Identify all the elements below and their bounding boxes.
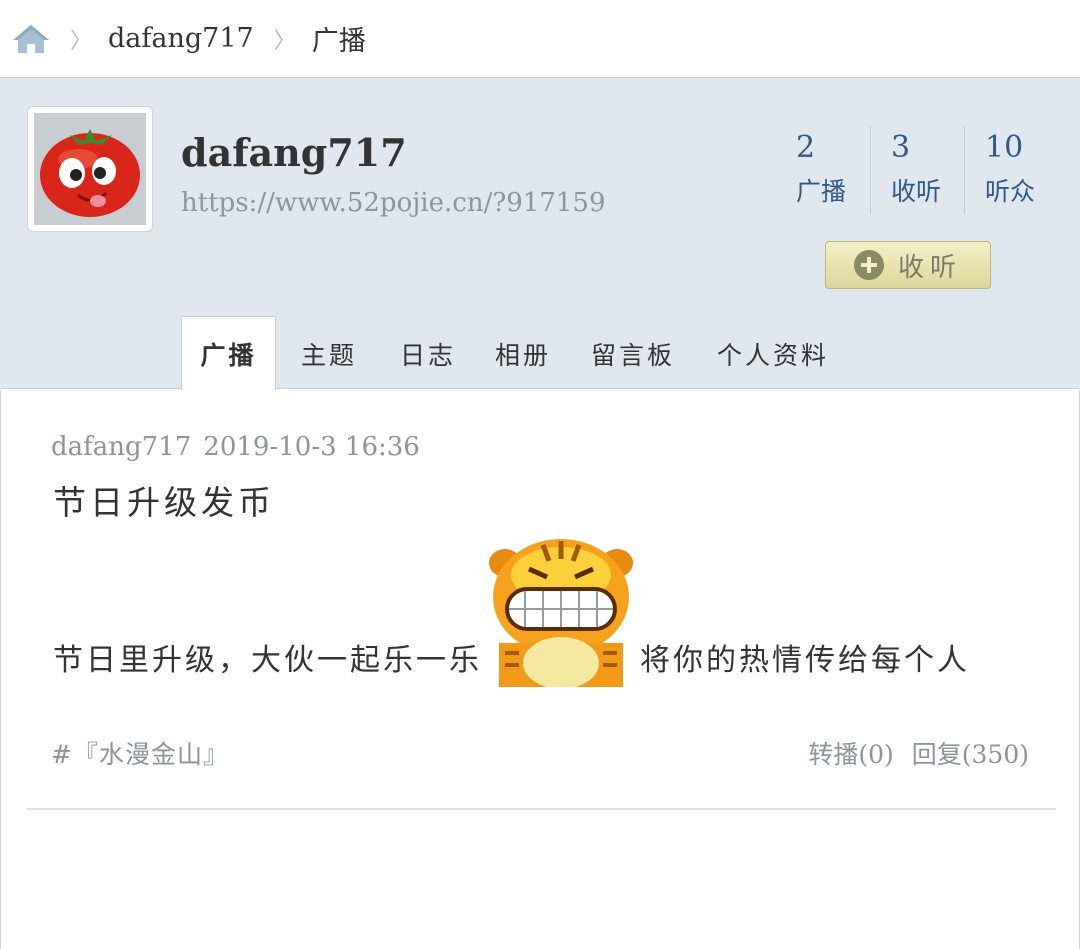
tomato-avatar-image xyxy=(34,113,146,225)
breadcrumb-separator: 〉 xyxy=(70,28,93,54)
forward-link[interactable]: 转播(0) xyxy=(808,735,893,771)
profile-url[interactable]: https://www.52pojie.cn/?917159 xyxy=(181,188,606,218)
avatar[interactable] xyxy=(27,106,153,232)
post-meta: dafang717 2019-10-3 16:36 xyxy=(51,432,420,462)
follow-button[interactable]: 收听 xyxy=(825,241,991,289)
stat-number: 2 xyxy=(796,130,816,165)
tiger-emoticon xyxy=(485,535,637,689)
stat-label: 广播 xyxy=(796,177,847,206)
post-time: 2019-10-3 16:36 xyxy=(203,432,420,462)
post-title[interactable]: 节日升级发币 xyxy=(53,476,275,524)
post-body-text: 将你的热情传给每个人 xyxy=(640,643,970,678)
breadcrumb-item-current: 广播 xyxy=(311,26,366,57)
divider xyxy=(27,808,1056,810)
breadcrumb-separator: 〉 xyxy=(273,28,296,54)
post-body-text: 节日里升级，大伙一起乐一乐 xyxy=(53,643,482,678)
stat-label: 听众 xyxy=(985,177,1036,206)
stat-followers[interactable]: 10 听众 xyxy=(964,126,1058,214)
post-body: 节日里升级，大伙一起乐一乐 将你的热情传给每个人 xyxy=(53,535,970,689)
profile-username: dafang717 xyxy=(181,130,407,175)
tab-topics[interactable]: 主题 xyxy=(276,318,382,390)
stat-number: 3 xyxy=(891,130,911,165)
post-author[interactable]: dafang717 xyxy=(51,432,191,462)
profile-header: dafang717 https://www.52pojie.cn/?917159… xyxy=(0,77,1080,391)
plus-circle-icon xyxy=(853,250,884,280)
breadcrumb: 〉 dafang717 〉 广播 xyxy=(0,0,1080,77)
reply-link[interactable]: 回复(350) xyxy=(912,735,1029,771)
tab-profile[interactable]: 个人资料 xyxy=(694,318,852,390)
profile-tabs: 广播 主题 日志 相册 留言板 个人资料 xyxy=(181,316,852,391)
tab-guestbook[interactable]: 留言板 xyxy=(572,318,694,390)
stat-following[interactable]: 3 收听 xyxy=(870,126,964,214)
post-actions: 转播(0) 回复(350) xyxy=(808,735,1029,771)
follow-button-label: 收听 xyxy=(897,252,962,283)
stat-broadcasts[interactable]: 2 广播 xyxy=(776,126,870,214)
broadcast-post: dafang717 2019-10-3 16:36 节日升级发币 节日里升级，大伙… xyxy=(0,390,1080,949)
post-tag[interactable]: #『水漫金山』 xyxy=(51,735,229,771)
breadcrumb-item-user[interactable]: dafang717 xyxy=(108,23,254,54)
stat-label: 收听 xyxy=(891,177,942,206)
tab-blog[interactable]: 日志 xyxy=(382,318,474,390)
profile-stats: 2 广播 3 收听 10 听众 xyxy=(776,126,1058,214)
tab-album[interactable]: 相册 xyxy=(474,318,572,390)
home-icon[interactable] xyxy=(12,21,50,57)
tab-broadcast[interactable]: 广播 xyxy=(181,316,276,391)
stat-number: 10 xyxy=(985,130,1024,165)
